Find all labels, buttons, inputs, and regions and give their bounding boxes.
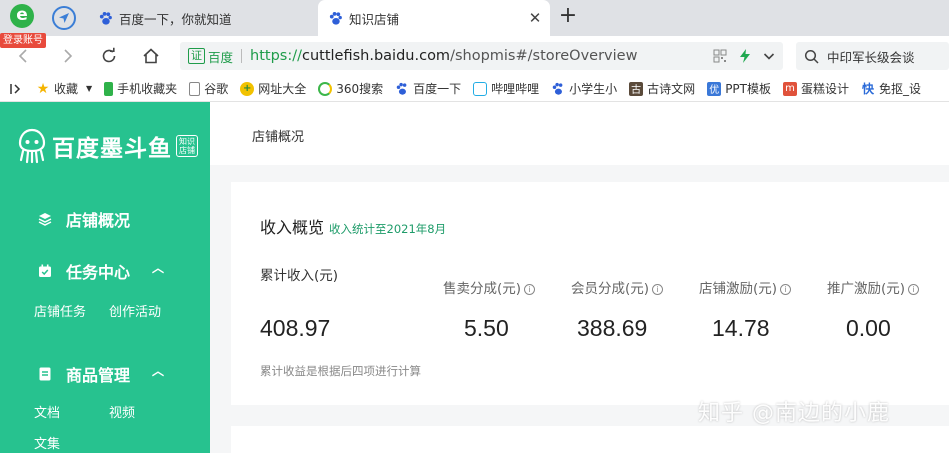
- login-badge[interactable]: 登录账号: [0, 33, 46, 48]
- brand-name: 百度墨斗鱼: [52, 136, 172, 162]
- forward-arrow-icon[interactable]: [55, 44, 79, 68]
- info-icon[interactable]: i: [908, 284, 920, 295]
- sidebar-subitem-collections[interactable]: 文集: [34, 433, 60, 452]
- page-icon: [189, 81, 201, 96]
- stat-label-member-share: 会员分成(元) i: [571, 277, 664, 297]
- close-icon[interactable]: ✕: [526, 9, 544, 27]
- baidu-paw-icon: [329, 11, 342, 25]
- address-bar[interactable]: 证 百度 https://cuttlefish.baidu.com/shopmi…: [180, 42, 783, 70]
- secondary-card: [231, 426, 949, 453]
- gushiwen-icon: 古: [629, 81, 644, 96]
- sidebar-item-product-management[interactable]: 商品管理 ︿: [38, 362, 164, 386]
- browser-logo-icon[interactable]: e: [6, 4, 38, 30]
- 360-icon: [318, 81, 333, 96]
- stat-value-member-share: 388.69: [577, 315, 648, 341]
- breadcrumb: 店铺概况: [252, 130, 305, 145]
- design-icon: m: [783, 81, 797, 96]
- card-title: 收入概览 收入统计至2021年8月: [260, 214, 446, 238]
- baidu-paw-icon: [396, 82, 407, 95]
- main-content: 店铺概况 收入概览 收入统计至2021年8月 累计收入(元) 售卖分成(元) i …: [210, 102, 949, 453]
- baidu-paw-icon: [99, 11, 112, 25]
- stat-label-promotion-incentive: 推广激励(元) i: [827, 277, 920, 297]
- certificate-icon: 证: [188, 48, 205, 64]
- browser-toolbar: 证 百度 https://cuttlefish.baidu.com/shopmi…: [0, 36, 949, 76]
- info-icon[interactable]: i: [780, 284, 792, 295]
- sidebar-subitem-creative-activities[interactable]: 创作活动: [109, 301, 161, 320]
- tab-title: 百度一下，你就知道: [119, 11, 232, 27]
- income-overview-card: 收入概览 收入统计至2021年8月 累计收入(元) 售卖分成(元) i 会员分成(…: [231, 182, 949, 405]
- search-icon: [804, 49, 819, 64]
- reload-icon[interactable]: [97, 44, 121, 68]
- info-icon[interactable]: i: [524, 284, 536, 295]
- security-badge[interactable]: 证 百度: [188, 47, 233, 66]
- income-note: 累计收益是根据后四项进行计算: [260, 364, 421, 378]
- site-label: 百度: [208, 49, 234, 65]
- watermark: 知乎 @南边的小鹿: [698, 401, 890, 426]
- stat-label-store-incentive: 店铺激励(元) i: [699, 277, 792, 297]
- page-header: 店铺概况: [210, 102, 949, 165]
- chevron-down-icon: ▼: [86, 84, 93, 93]
- lightning-icon[interactable]: [739, 49, 751, 63]
- income-title: 收入概览: [260, 218, 325, 237]
- star-icon: ★: [36, 80, 50, 97]
- sidebar-toggle-icon[interactable]: [10, 83, 24, 95]
- stat-value-total-income: 408.97: [260, 315, 331, 341]
- bookmark-item[interactable]: 谷歌: [189, 80, 228, 97]
- stat-label-sales-share: 售卖分成(元) i: [443, 277, 536, 297]
- sidebar-item-store-overview[interactable]: 店铺概况: [38, 207, 130, 231]
- bookmark-item[interactable]: 手机收藏夹: [104, 80, 177, 97]
- sidebar-subitem-store-tasks[interactable]: 店铺任务: [34, 301, 86, 320]
- sidebar-subitem-videos[interactable]: 视频: [109, 402, 135, 421]
- phone-icon: [104, 81, 114, 96]
- bookmark-item[interactable]: + 网址大全: [240, 80, 306, 97]
- income-subtitle: 收入统计至2021年8月: [329, 222, 447, 236]
- stat-value-sales-share: 5.50: [464, 315, 509, 341]
- tab-knowledge-shop[interactable]: 知识店铺 ✕: [318, 0, 550, 36]
- sidebar-item-task-center[interactable]: 任务中心 ︿: [38, 259, 164, 283]
- tab-title: 知识店铺: [349, 11, 400, 27]
- kuai-icon: 快: [862, 82, 875, 96]
- info-icon[interactable]: i: [652, 284, 664, 295]
- new-tab-button[interactable]: +: [556, 5, 580, 29]
- url-text[interactable]: https://cuttlefish.baidu.com/shopmis#/st…: [250, 48, 637, 64]
- bookmark-favorites[interactable]: ★ 收藏 ▼: [36, 80, 92, 97]
- home-icon[interactable]: [139, 44, 163, 68]
- bookmark-item[interactable]: 优 PPT模板: [707, 80, 771, 97]
- bilibili-icon: [473, 81, 488, 96]
- tab-baidu[interactable]: 百度一下，你就知道: [88, 0, 316, 36]
- bookmark-item[interactable]: 360搜索: [318, 80, 383, 97]
- brand-logo[interactable]: 百度墨斗鱼 知识店铺: [16, 128, 198, 164]
- calendar-icon: [39, 264, 51, 277]
- brand-tag: 知识店铺: [176, 135, 198, 157]
- layers-icon: [38, 213, 52, 226]
- baidu-paw-icon: [552, 82, 563, 95]
- stat-value-promotion-incentive: 0.00: [846, 315, 891, 341]
- divider: [241, 49, 243, 63]
- document-icon: [39, 367, 51, 381]
- squid-logo-icon: [18, 128, 46, 164]
- qr-grid-icon[interactable]: [713, 49, 727, 63]
- stat-value-store-incentive: 14.78: [712, 315, 770, 341]
- bookmark-item[interactable]: 百度一下: [395, 80, 461, 97]
- search-text: 中印军长级会谈: [827, 49, 915, 65]
- chevron-up-icon[interactable]: ︿: [152, 259, 164, 276]
- chevron-down-icon[interactable]: [763, 50, 775, 62]
- search-input[interactable]: 中印军长级会谈: [796, 42, 949, 70]
- ppt-icon: 优: [707, 81, 722, 96]
- bookmark-item[interactable]: 快免抠_设: [861, 80, 921, 97]
- sidebar: 百度墨斗鱼 知识店铺 店铺概况 任务中心 ︿ 店铺任务 创作活动 商品管理 ︿ …: [0, 102, 210, 453]
- bookmarks-bar: ★ 收藏 ▼ 手机收藏夹 谷歌 + 网址大全 360搜索 百度一下 哔哩哔哩 小学…: [0, 76, 949, 102]
- chevron-up-icon[interactable]: ︿: [152, 362, 164, 379]
- bookmark-item[interactable]: 小学生小: [551, 80, 617, 97]
- bookmark-item[interactable]: 哔哩哔哩: [473, 80, 539, 97]
- sidebar-subitem-documents[interactable]: 文档: [34, 402, 60, 421]
- bookmark-item[interactable]: m 蛋糕设计: [783, 80, 849, 97]
- navigation-compass-icon[interactable]: [52, 6, 76, 30]
- tab-strip: e 登录账号 百度一下，你就知道 知识店铺 ✕ +: [0, 0, 949, 48]
- bookmark-item[interactable]: 古古诗文网: [629, 80, 695, 97]
- plus-circle-icon: +: [240, 81, 255, 96]
- stat-label-total-income: 累计收入(元): [260, 268, 339, 284]
